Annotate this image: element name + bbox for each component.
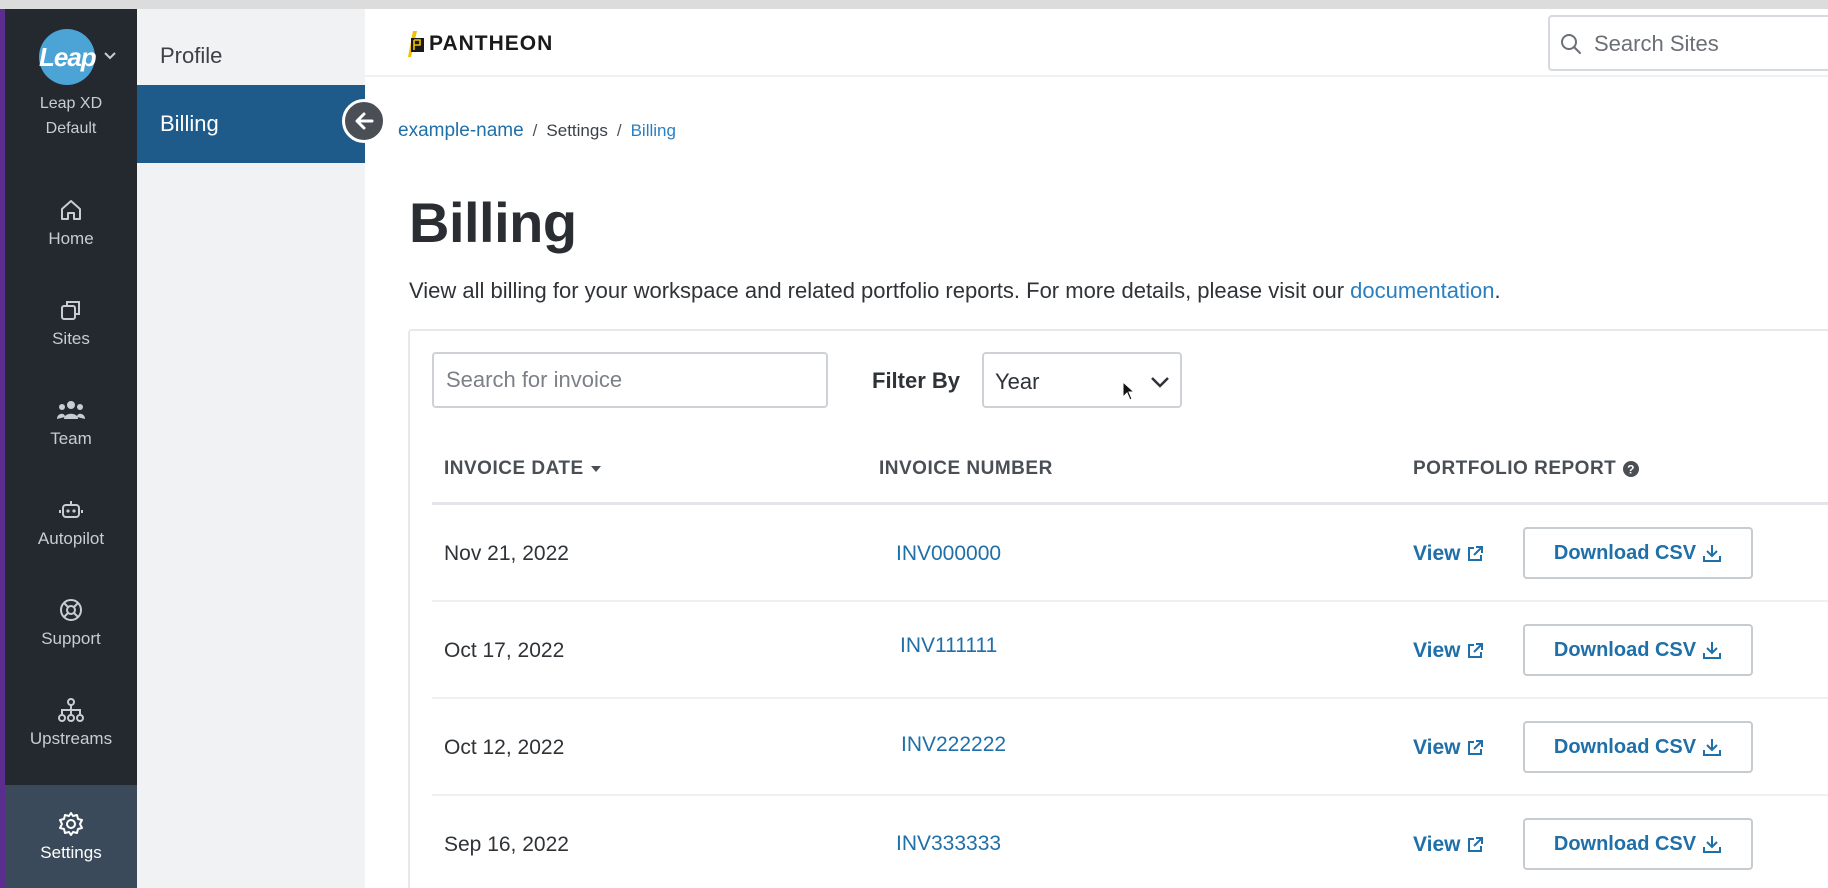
logo-wordmark: PANTHEON (429, 32, 554, 55)
sites-icon (61, 301, 80, 320)
external-link-icon (1468, 740, 1484, 755)
invoice-date: Oct 17, 2022 (444, 639, 565, 662)
invoice-date: Oct 12, 2022 (444, 736, 565, 759)
window-top-strip (0, 0, 1828, 9)
rail-item-sites[interactable]: Sites (5, 297, 137, 397)
download-csv-button[interactable]: Download CSV (1523, 721, 1753, 773)
year-filter-select[interactable]: Year (982, 352, 1182, 408)
rail-item-autopilot[interactable]: Autopilot (5, 497, 137, 597)
download-icon (1703, 642, 1722, 659)
rail-item-settings[interactable]: Settings (5, 785, 137, 888)
view-report-link[interactable]: View (1413, 542, 1484, 566)
column-header-invoice-date[interactable]: INVOICE DATE (444, 458, 602, 480)
external-link-icon (1468, 546, 1484, 561)
external-link-icon (1468, 837, 1484, 852)
gear-icon (59, 812, 83, 836)
workspace-logo: Leap (39, 29, 97, 85)
site-search[interactable] (1548, 15, 1828, 71)
rail-item-label: Upstreams (29, 729, 113, 748)
invoice-date: Nov 21, 2022 (444, 542, 569, 565)
pantheon-logo[interactable]: PANTHEON (407, 30, 553, 58)
rail-item-support[interactable]: Support (5, 597, 137, 697)
settings-subnav: Profile Billing (137, 9, 365, 888)
chevron-down-icon (104, 52, 116, 60)
page-title: Billing (409, 191, 577, 254)
column-header-portfolio-report: PORTFOLIO REPORT? (1413, 458, 1640, 480)
rail-item-label: Team (50, 429, 92, 448)
download-csv-button[interactable]: Download CSV (1523, 527, 1753, 579)
workspace-switcher[interactable]: Leap Leap XD Default (5, 29, 137, 141)
rail-item-label: Sites (52, 329, 90, 348)
breadcrumb: example-name / Settings / Billing (398, 120, 676, 142)
invoice-search-input[interactable] (434, 354, 826, 406)
rail-item-label: Autopilot (37, 529, 105, 548)
column-header-invoice-number: INVOICE NUMBER (879, 458, 1053, 479)
primary-rail: Leap Leap XD Default Home Sites Team Aut… (5, 9, 137, 888)
download-csv-button[interactable]: Download CSV (1523, 818, 1753, 870)
invoice-number-link[interactable]: INV333333 (896, 832, 1001, 856)
mouse-cursor-icon (1122, 381, 1136, 401)
table-row: Oct 17, 2022 INV111111 View Download CSV (432, 602, 1828, 699)
download-csv-button[interactable]: Download CSV (1523, 624, 1753, 676)
autopilot-icon (59, 501, 83, 518)
table-row: Oct 12, 2022 INV222222 View Download CSV (432, 699, 1828, 796)
svg-text:?: ? (1627, 462, 1635, 476)
team-icon (57, 401, 85, 419)
rail-item-team[interactable]: Team (5, 397, 137, 497)
chevron-down-icon (1151, 377, 1169, 388)
rail-item-upstreams[interactable]: Upstreams (5, 697, 137, 797)
documentation-link[interactable]: documentation (1350, 278, 1494, 303)
rail-item-home[interactable]: Home (5, 197, 137, 297)
view-report-link[interactable]: View (1413, 833, 1484, 857)
download-icon (1703, 545, 1722, 562)
collapse-sidebar-button[interactable] (342, 99, 386, 143)
breadcrumb-site-link[interactable]: example-name (398, 120, 524, 142)
table-row: Sep 16, 2022 INV333333 View Download CSV (432, 796, 1828, 888)
sort-down-icon (590, 465, 601, 472)
rail-item-label: Support (41, 629, 101, 648)
search-icon (1561, 34, 1581, 54)
rail-item-label: Home (48, 229, 94, 248)
view-report-link[interactable]: View (1413, 639, 1484, 663)
download-icon (1703, 739, 1722, 756)
subnav-item-billing[interactable]: Billing (137, 85, 365, 163)
invoice-search[interactable] (432, 352, 828, 408)
invoice-number-link[interactable]: INV111111 (900, 634, 997, 658)
table-row: Nov 21, 2022 INV000000 View Download CSV (432, 505, 1828, 602)
filter-by-label: Filter By (872, 368, 961, 393)
view-report-link[interactable]: View (1413, 736, 1484, 760)
top-header: PANTHEON (365, 9, 1828, 77)
support-icon (60, 599, 82, 621)
arrow-left-icon (355, 112, 374, 130)
download-icon (1703, 836, 1722, 853)
invoice-number-link[interactable]: INV222222 (901, 733, 1006, 757)
year-filter-value: Year (995, 369, 1040, 394)
breadcrumb-current: Billing (630, 121, 676, 140)
workspace-name: Leap XD Default (39, 95, 103, 137)
page-description: View all billing for your workspace and … (409, 278, 1501, 303)
breadcrumb-separator: / (532, 121, 538, 140)
site-search-input[interactable] (1594, 25, 1828, 63)
rail-item-label: Settings (40, 843, 102, 862)
upstreams-icon (58, 698, 84, 722)
external-link-icon (1468, 643, 1484, 658)
pantheon-logo-icon (408, 31, 424, 57)
invoice-date: Sep 16, 2022 (444, 833, 569, 856)
breadcrumb-settings[interactable]: Settings (546, 121, 607, 141)
invoice-number-link[interactable]: INV000000 (896, 542, 1001, 566)
home-icon (61, 200, 81, 220)
breadcrumb-separator: / (616, 121, 622, 140)
subnav-item-profile[interactable]: Profile (137, 17, 365, 95)
help-icon[interactable]: ? (1622, 460, 1640, 478)
